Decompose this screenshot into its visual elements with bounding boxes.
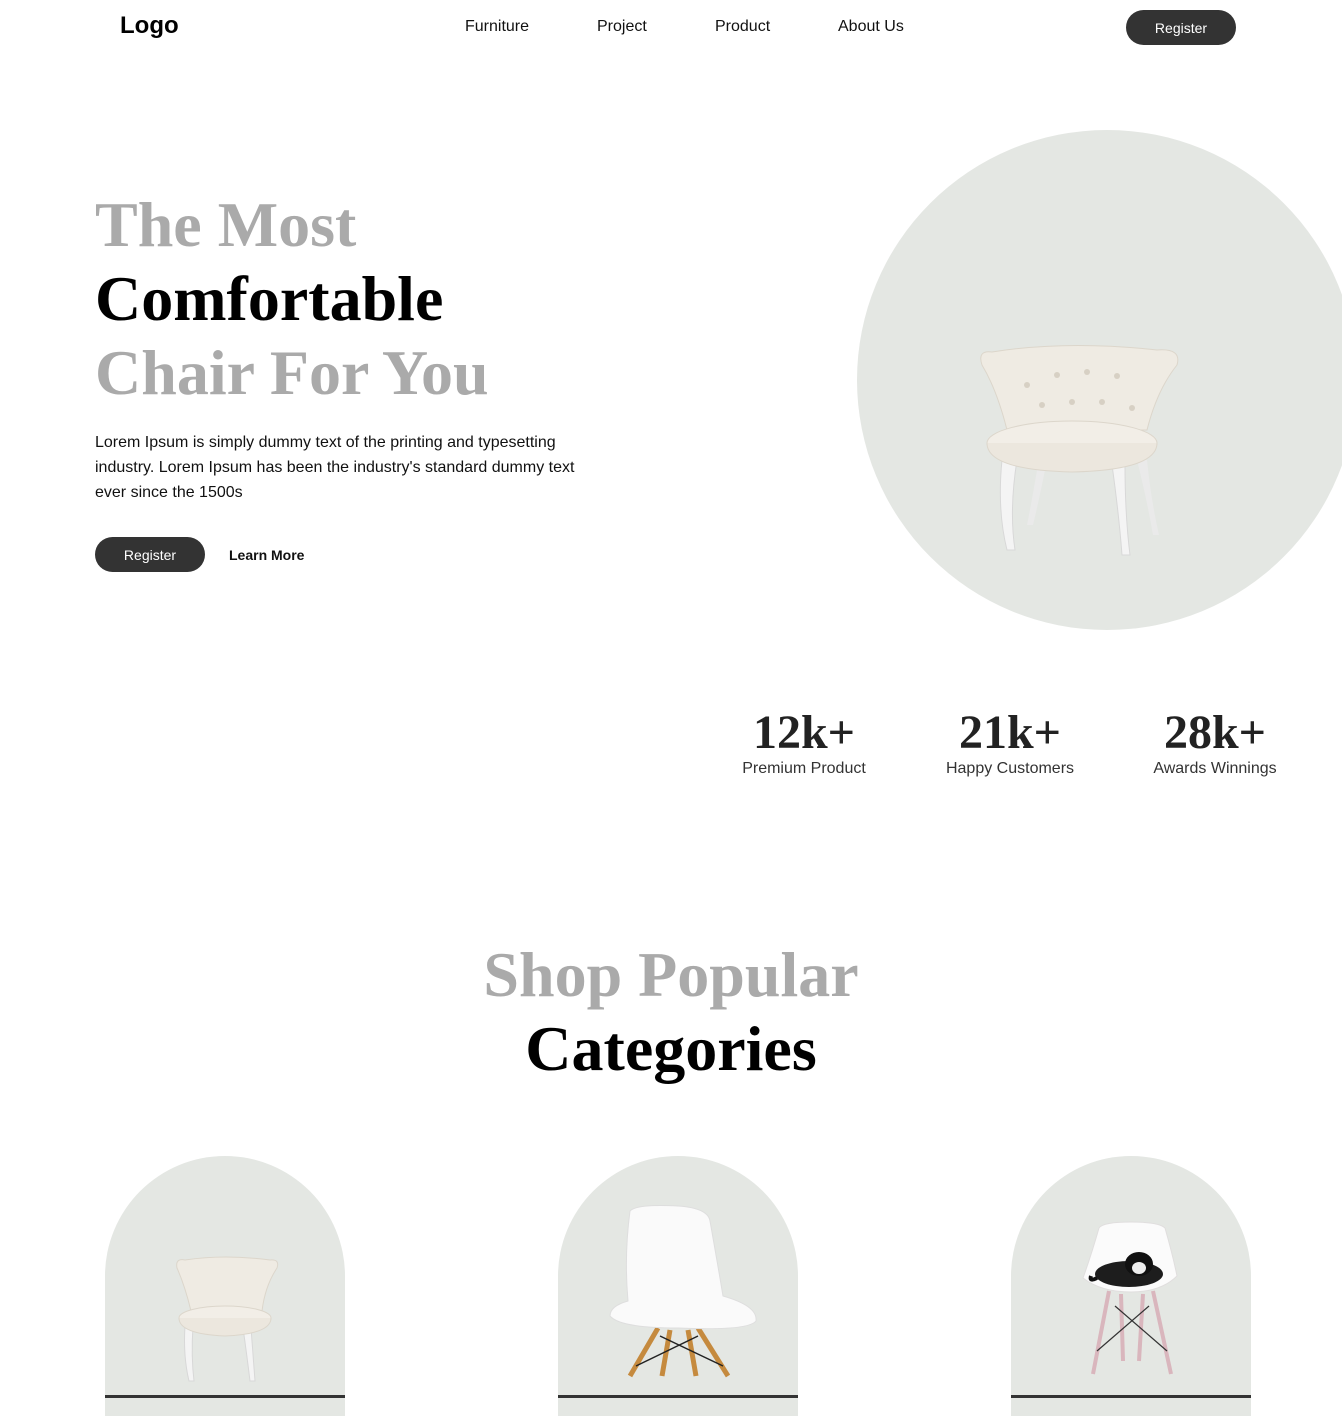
- stat-premium-product: 12k+ Premium Product: [704, 708, 904, 778]
- stat-label: Premium Product: [742, 760, 866, 777]
- armchair-icon: [980, 344, 1179, 556]
- stat-awards-winnings: 28k+ Awards Winnings: [1115, 708, 1315, 778]
- stat-label: Awards Winnings: [1153, 760, 1277, 777]
- armchair-icon: [176, 1256, 279, 1382]
- nav-register-button[interactable]: Register: [1126, 10, 1236, 45]
- hero-description: Lorem Ipsum is simply dummy text of the …: [95, 434, 575, 501]
- stat-label: Happy Customers: [945, 760, 1075, 777]
- hero-title-line-1: The Most: [95, 189, 357, 260]
- stat-happy-customers: 21k+ Happy Customers: [910, 708, 1110, 778]
- category-card-white-chair[interactable]: [558, 1156, 798, 1416]
- hero-image-panel: [857, 130, 1342, 630]
- stat-value: 28k+: [1163, 706, 1267, 759]
- stat-value: 12k+: [752, 706, 856, 759]
- nav-item-project[interactable]: Project: [597, 18, 647, 36]
- hero-title-line-2: Comfortable: [95, 263, 444, 334]
- cat-chair-icon: [1082, 1221, 1178, 1375]
- stat-value: 21k+: [958, 706, 1062, 759]
- hero-title-line-3: Chair For You: [95, 337, 489, 408]
- categories-title-line-1: Shop Popular: [483, 939, 859, 1010]
- nav-item-furniture[interactable]: Furniture: [465, 18, 529, 36]
- logo[interactable]: Logo: [120, 12, 179, 40]
- category-card-cat-chair[interactable]: [1011, 1156, 1251, 1416]
- categories-title-line-2: Categories: [525, 1013, 817, 1084]
- white-chair-icon: [609, 1205, 757, 1378]
- hero-register-button[interactable]: Register: [95, 537, 205, 572]
- nav-item-about-us[interactable]: About Us: [838, 18, 904, 36]
- category-card-armchair[interactable]: [105, 1156, 345, 1416]
- nav-item-product[interactable]: Product: [715, 18, 770, 36]
- learn-more-link[interactable]: Learn More: [229, 547, 304, 563]
